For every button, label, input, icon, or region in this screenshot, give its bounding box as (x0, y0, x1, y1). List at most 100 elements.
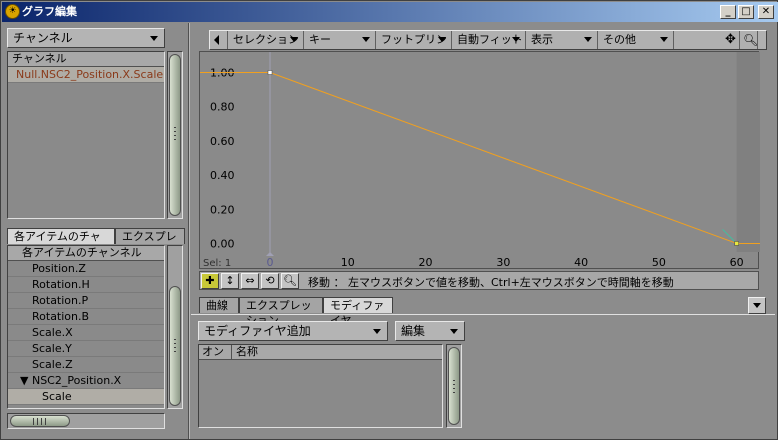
list-item-group[interactable]: ▼ NSC2_Position.X (8, 373, 164, 389)
col-on: オン (202, 345, 224, 358)
scroll-thumb[interactable] (169, 54, 181, 216)
chevron-down-icon (290, 37, 298, 42)
keyframe-point (267, 70, 273, 75)
add-modifier-dropdown[interactable]: モディファイヤ追加 (198, 321, 388, 341)
add-key-tool-button[interactable]: ↕ (221, 273, 239, 289)
close-button[interactable]: ✕ (758, 5, 774, 19)
list-item[interactable]: Rotation.H (8, 277, 164, 293)
edit-label: 編集 (401, 324, 426, 338)
autofit-menu[interactable]: 自動フィット (452, 31, 526, 49)
stretch-icon: ⇔ (245, 274, 255, 287)
display-menu-label: 表示 (531, 33, 553, 46)
zoom-icon[interactable]: 🔍︎ (740, 31, 758, 49)
chevron-down-icon (512, 37, 520, 42)
chevron-down-icon (150, 36, 158, 41)
channel-list-scrollbar[interactable] (167, 51, 183, 219)
footprint-menu[interactable]: フットプリント (376, 31, 452, 64)
panel-divider[interactable] (188, 23, 190, 439)
app-icon: ☀ (5, 4, 20, 19)
window-title: グラフ編集 (22, 5, 77, 18)
curve-chart[interactable]: 1.000.800.600.400.200.000 10 20 30 40 50 60Sel… (200, 52, 760, 270)
item-channel-header: 各アイテムのチャンネル (8, 246, 164, 261)
tab-expressions-left[interactable]: エクスプレ ... (115, 228, 185, 258)
move-icon: ✚ (205, 274, 215, 287)
list-item[interactable]: Rotation.B (8, 309, 164, 325)
tab-modifier[interactable]: モディファイヤ (323, 297, 393, 327)
tab-divider (191, 314, 775, 315)
key-menu-label: キー (309, 33, 331, 46)
horizontal-scrollbar[interactable] (7, 413, 165, 429)
modifier-scrollbar[interactable] (446, 344, 462, 428)
modifier-table[interactable]: オン 名称 (198, 344, 443, 428)
list-item[interactable]: Scale.X (8, 325, 164, 341)
y-tick-label: 0.60 (210, 135, 235, 148)
channel-list[interactable]: チャンネル Null.NSC2_Position.X.Scale (7, 51, 165, 219)
y-tick-label: 0.80 (210, 101, 235, 114)
group-label: NSC2_Position.X (31, 374, 122, 387)
zoom-icon: 🔍︎ (283, 274, 297, 287)
selection-menu[interactable]: セレクション (228, 31, 304, 49)
tab-expression[interactable]: エクスプレッション (239, 297, 323, 327)
chevron-down-icon (438, 37, 446, 42)
channel-dropdown[interactable]: チャンネル (7, 28, 165, 48)
list-item[interactable]: Rotation.P (8, 293, 164, 309)
maximize-button[interactable]: □ (738, 5, 754, 19)
chevron-down-icon (373, 329, 381, 334)
move-icon[interactable]: ✥ (722, 31, 740, 49)
channel-dropdown-label: チャンネル (13, 31, 73, 45)
col-name: 名称 (236, 345, 258, 358)
chevron-down-icon (362, 37, 370, 42)
list-item[interactable]: Scale.Z (8, 357, 164, 373)
other-menu-label: その他 (603, 33, 636, 46)
chevron-down-icon (753, 303, 761, 308)
tab-curve[interactable]: 曲線 (199, 297, 239, 313)
status-message: 移動 ： 左マウスボタンで値を移動、Ctrl+左マウスボタンで時間軸を移動 (308, 276, 674, 289)
x-tick-label: 20 (419, 256, 433, 269)
move-tool-button[interactable]: ✚ (201, 273, 219, 289)
collapse-left-button[interactable] (210, 31, 228, 49)
rotate-tool-button[interactable]: ⟲ (261, 273, 279, 289)
title-bar[interactable]: ☀ グラフ編集 _ □ ✕ (2, 2, 778, 22)
modifier-table-header: オン 名称 (199, 345, 442, 360)
list-item[interactable]: Position.Z (8, 261, 164, 277)
scroll-thumb[interactable] (169, 286, 181, 406)
hscroll-thumb[interactable] (10, 415, 70, 427)
keyframe-point (734, 241, 739, 246)
frame-marker-icon (266, 252, 274, 256)
stretch-tool-button[interactable]: ⇔ (241, 273, 259, 289)
key-menu[interactable]: キー (304, 31, 376, 49)
graph-editor-window: ☀ グラフ編集 _ □ ✕ チャンネル チャンネル Null.NSC2_Posi… (0, 0, 778, 440)
tab-item-channels[interactable]: 各アイテムのチャンネル (7, 228, 115, 258)
chevron-down-icon (660, 37, 668, 42)
channel-list-item[interactable]: Null.NSC2_Position.X.Scale (8, 67, 164, 83)
out-of-range-region (736, 52, 760, 252)
y-tick-label: 0.20 (210, 203, 235, 216)
x-tick-label: 0 (267, 256, 274, 269)
x-tick-label: 60 (730, 256, 744, 269)
scroll-thumb[interactable] (448, 347, 460, 425)
list-item[interactable]: Scale.Y (8, 341, 164, 357)
arrow-left-icon (214, 35, 219, 45)
add-modifier-label: モディファイヤ追加 (204, 324, 311, 338)
graph-status-bar: ✚ ↕ ⇔ ⟲ 🔍︎ 移動 ： 左マウスボタンで値を移動、Ctrl+左マウスボタ… (199, 271, 759, 290)
minimize-button[interactable]: _ (720, 5, 736, 19)
y-tick-label: 0.00 (210, 237, 235, 250)
x-tick-label: 50 (652, 256, 666, 269)
list-item-selected[interactable]: Scale (8, 389, 164, 405)
chevron-down-icon (450, 329, 458, 334)
zoom-tool-button[interactable]: 🔍︎ (281, 273, 299, 289)
item-channel-list[interactable]: 各アイテムのチャンネル Position.Z Rotation.H Rotati… (7, 245, 165, 409)
edit-dropdown[interactable]: 編集 (395, 321, 465, 341)
graph-canvas[interactable]: 1.00 0.80 0.60 0.40 0.20 0.00 0 10 20 30 40 50 60 Sel… (199, 51, 760, 270)
y-tick-label: 0.40 (210, 169, 235, 182)
chevron-down-icon (584, 37, 592, 42)
channel-list-header: チャンネル (8, 52, 164, 67)
options-dropdown-button[interactable] (748, 297, 766, 314)
rotate-icon: ⟲ (265, 274, 275, 287)
other-menu[interactable]: その他 (598, 31, 674, 49)
expand-triangle-icon[interactable]: ▼ (20, 374, 32, 387)
curve-line (269, 72, 737, 244)
item-list-scrollbar[interactable] (167, 245, 183, 409)
display-menu[interactable]: 表示 (526, 31, 598, 49)
graph-toolbar: セレクション キー フットプリント 自動フィット 表示 その他 ✥ 🔍︎ (209, 30, 767, 64)
